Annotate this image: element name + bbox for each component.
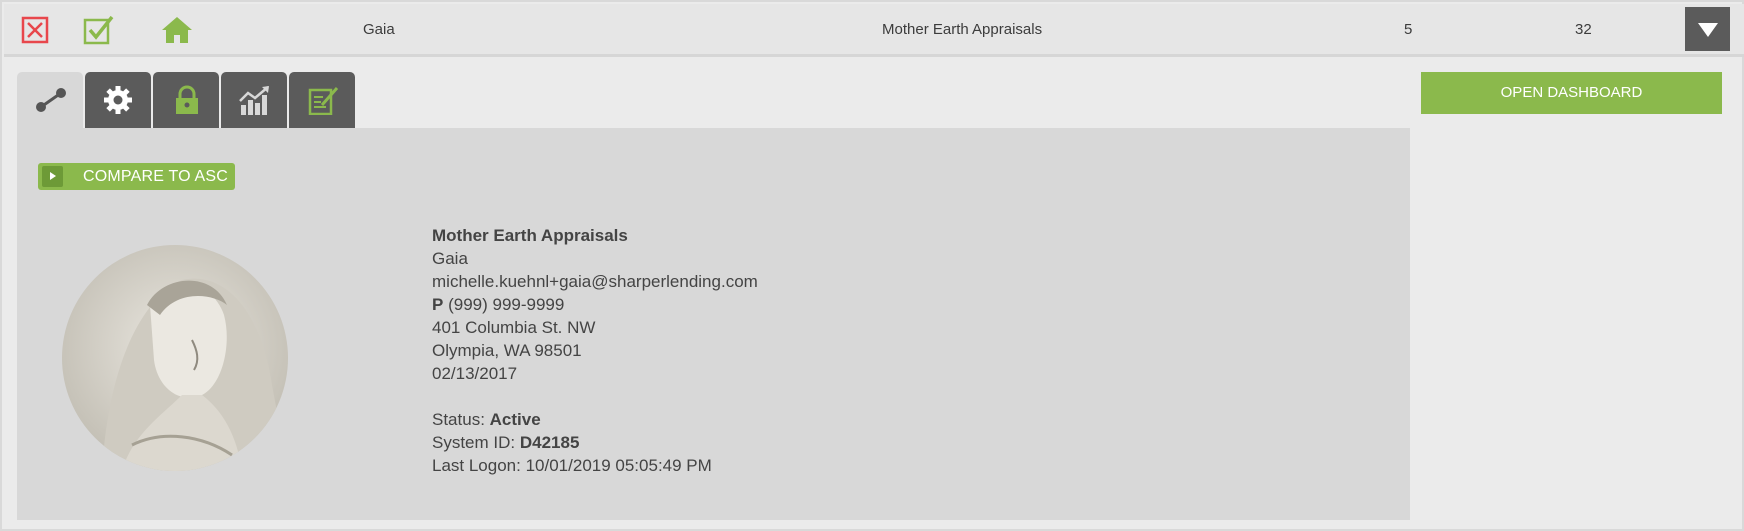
record-frame: Gaia Mother Earth Appraisals 5 32 COMPAR…: [0, 0, 1744, 531]
details-panel: COMPARE TO ASC Mother Earth Appraisals G…: [17, 128, 1410, 520]
open-dashboard-button[interactable]: OPEN DASHBOARD: [1421, 72, 1722, 114]
compare-to-asc-button[interactable]: COMPARE TO ASC: [38, 163, 235, 190]
close-box-icon[interactable]: [20, 15, 50, 45]
profile-email: michelle.kuehnl+gaia@sharperlending.com: [432, 272, 758, 291]
profile-phone: P (999) 999-9999: [432, 295, 565, 314]
profile-date: 02/13/2017: [432, 364, 518, 383]
lock-icon: [176, 85, 198, 114]
notes-icon: [308, 87, 339, 115]
gear-icon: [104, 86, 132, 114]
status-badge: Active: [489, 410, 541, 429]
connection-icon: [36, 88, 66, 112]
record-header-row[interactable]: Gaia Mother Earth Appraisals 5 32: [4, 4, 1744, 57]
row-count-a: 5: [1404, 21, 1413, 38]
tab-statistics[interactable]: [221, 72, 287, 129]
caret-down-icon: [1698, 23, 1718, 37]
profile-address-line1: 401 Columbia St. NW: [432, 318, 596, 337]
profile-info: Mother Earth Appraisals Gaia michelle.ku…: [432, 224, 758, 477]
tab-security[interactable]: [153, 72, 219, 129]
tab-notes[interactable]: [289, 72, 355, 129]
profile-system-id: System ID: D42185: [432, 433, 580, 452]
play-icon: [42, 166, 63, 187]
expand-button[interactable]: [1685, 7, 1730, 51]
row-company: Mother Earth Appraisals: [882, 21, 1043, 38]
home-icon[interactable]: [160, 15, 192, 45]
row-count-b: 32: [1575, 21, 1592, 38]
profile-address-line2: Olympia, WA 98501: [432, 341, 582, 360]
profile-last-logon: Last Logon: 10/01/2019 05:05:49 PM: [432, 456, 712, 475]
profile-status: Status: Active: [432, 410, 541, 429]
tab-connection[interactable]: [17, 72, 83, 129]
avatar: [62, 245, 288, 471]
row-name: Gaia: [363, 21, 395, 38]
checkbox-checked-icon[interactable]: [82, 15, 114, 45]
profile-company: Mother Earth Appraisals: [432, 226, 628, 245]
profile-name: Gaia: [432, 249, 468, 268]
tab-settings[interactable]: [85, 72, 151, 129]
chart-icon: [239, 86, 269, 115]
